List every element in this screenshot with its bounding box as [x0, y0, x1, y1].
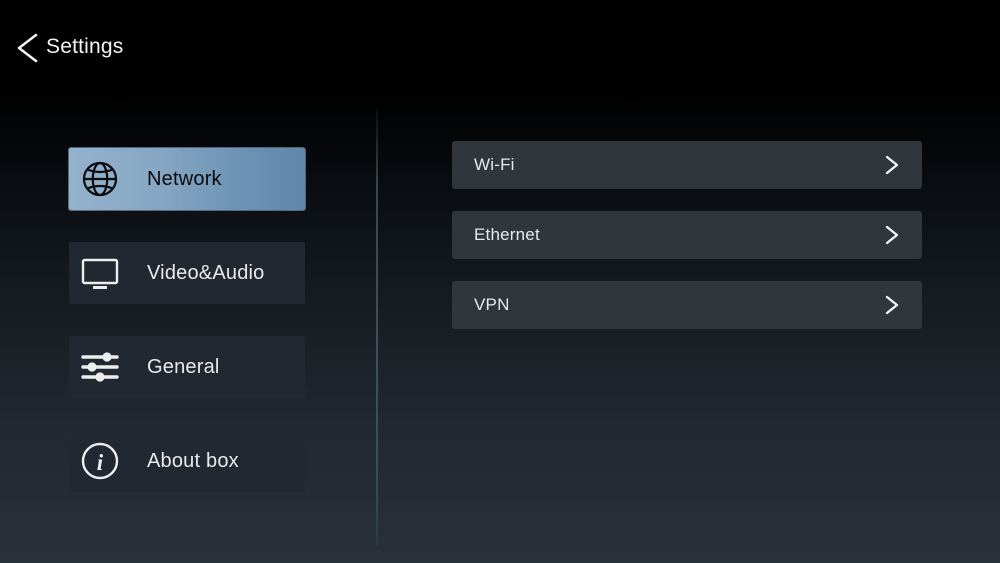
settings-screen: Settings Network Video&Audio General i A… [0, 0, 1000, 563]
back-button[interactable] [12, 30, 46, 66]
list-item-ethernet[interactable]: Ethernet [452, 211, 922, 259]
globe-icon [69, 148, 131, 210]
list-item-vpn[interactable]: VPN [452, 281, 922, 329]
list-item-label: Ethernet [474, 225, 540, 244]
sidebar-nav: Network Video&Audio General i About box [69, 148, 305, 524]
chevron-right-icon [880, 153, 904, 177]
sidebar-item-label: About box [147, 449, 239, 472]
svg-text:i: i [97, 450, 104, 475]
sliders-icon [69, 336, 131, 398]
chevron-right-icon [880, 293, 904, 317]
list-item-label: Wi-Fi [474, 155, 515, 174]
page-title: Settings [46, 35, 124, 58]
chevron-left-icon [12, 30, 46, 66]
sidebar-item-network[interactable]: Network [69, 148, 305, 210]
sidebar-item-general[interactable]: General [69, 336, 305, 398]
info-icon: i [69, 430, 131, 492]
sidebar-item-label: Video&Audio [147, 261, 265, 284]
list-item-label: VPN [474, 295, 510, 314]
sidebar-item-video-audio[interactable]: Video&Audio [69, 242, 305, 304]
panel-divider [376, 108, 378, 546]
monitor-icon [69, 242, 131, 304]
network-options-list: Wi-Fi Ethernet VPN [452, 141, 922, 351]
list-item-wifi[interactable]: Wi-Fi [452, 141, 922, 189]
sidebar-item-label: General [147, 355, 220, 378]
chevron-right-icon [880, 223, 904, 247]
sidebar-item-label: Network [147, 167, 222, 190]
header-bar: Settings [0, 0, 1000, 96]
sidebar-item-about-box[interactable]: i About box [69, 430, 305, 492]
